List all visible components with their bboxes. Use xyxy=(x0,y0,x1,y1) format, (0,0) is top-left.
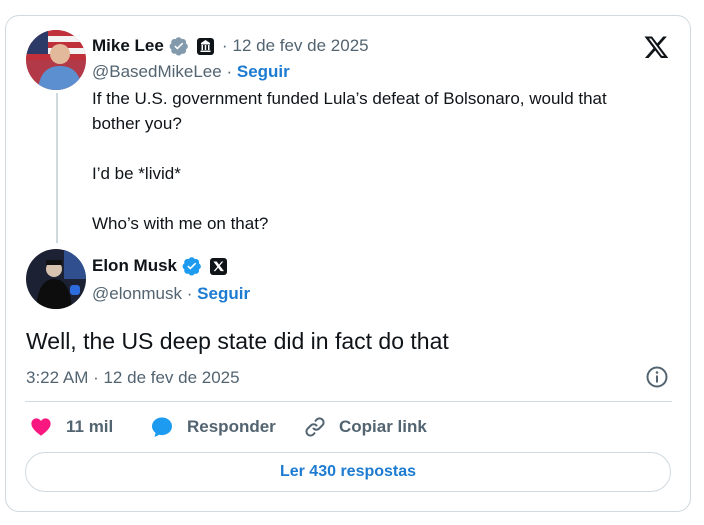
verified-icon xyxy=(182,257,201,276)
read-replies-label: Ler 430 respostas xyxy=(279,463,417,480)
like-button[interactable]: 11 mil xyxy=(30,413,113,441)
parent-header: Mike Lee · 12 de fev de 2025 xyxy=(92,35,369,57)
avatar-elon-musk[interactable] xyxy=(26,249,86,309)
avatar-mike-lee[interactable] xyxy=(26,30,86,90)
divider xyxy=(25,401,672,402)
author-name[interactable]: Elon Musk xyxy=(92,256,177,276)
separator: · xyxy=(186,284,193,303)
follow-link[interactable]: Seguir xyxy=(237,62,290,81)
tweet-date[interactable]: 12 de fev de 2025 xyxy=(232,36,368,56)
heart-icon xyxy=(31,418,51,436)
government-badge-icon xyxy=(196,37,214,55)
x-affiliate-icon xyxy=(210,257,228,275)
text-line: Who’s with me on that? xyxy=(92,214,269,233)
separator: · xyxy=(221,36,228,55)
separator: · xyxy=(226,62,233,81)
copy-link-button[interactable]: Copiar link xyxy=(303,413,427,441)
reply-button[interactable]: Responder xyxy=(150,413,276,441)
reply-label: Responder xyxy=(187,417,276,436)
reply-header: Elon Musk xyxy=(92,255,228,277)
reply-tweet-text: Well, the US deep state did in fact do t… xyxy=(26,328,449,354)
reply-handle-row: @elonmusk · Seguir xyxy=(92,284,250,304)
read-replies-button[interactable]: Ler 430 respostas xyxy=(25,452,671,492)
text-line: If the U.S. government funded Lula’s def… xyxy=(92,89,607,108)
author-name[interactable]: Mike Lee xyxy=(92,36,164,56)
verified-icon xyxy=(169,37,188,56)
reply-icon xyxy=(152,417,172,437)
author-handle[interactable]: @BasedMikeLee xyxy=(92,62,222,81)
link-icon xyxy=(305,417,325,437)
copy-link-label: Copiar link xyxy=(339,417,427,436)
like-count: 11 mil xyxy=(66,417,114,436)
x-logo-icon[interactable] xyxy=(643,34,670,60)
parent-handle-row: @BasedMikeLee · Seguir xyxy=(92,62,290,82)
text-line: bother you? xyxy=(92,114,182,133)
author-handle[interactable]: @elonmusk xyxy=(92,284,182,303)
text-line: I’d be *livid* xyxy=(92,164,181,183)
parent-tweet-text: If the U.S. government funded Lula’s def… xyxy=(92,86,672,236)
tweet-timestamp[interactable]: 3:22 AM · 12 de fev de 2025 xyxy=(26,368,240,388)
follow-link[interactable]: Seguir xyxy=(197,284,250,303)
thread-line xyxy=(56,93,58,243)
info-icon[interactable] xyxy=(645,365,669,389)
